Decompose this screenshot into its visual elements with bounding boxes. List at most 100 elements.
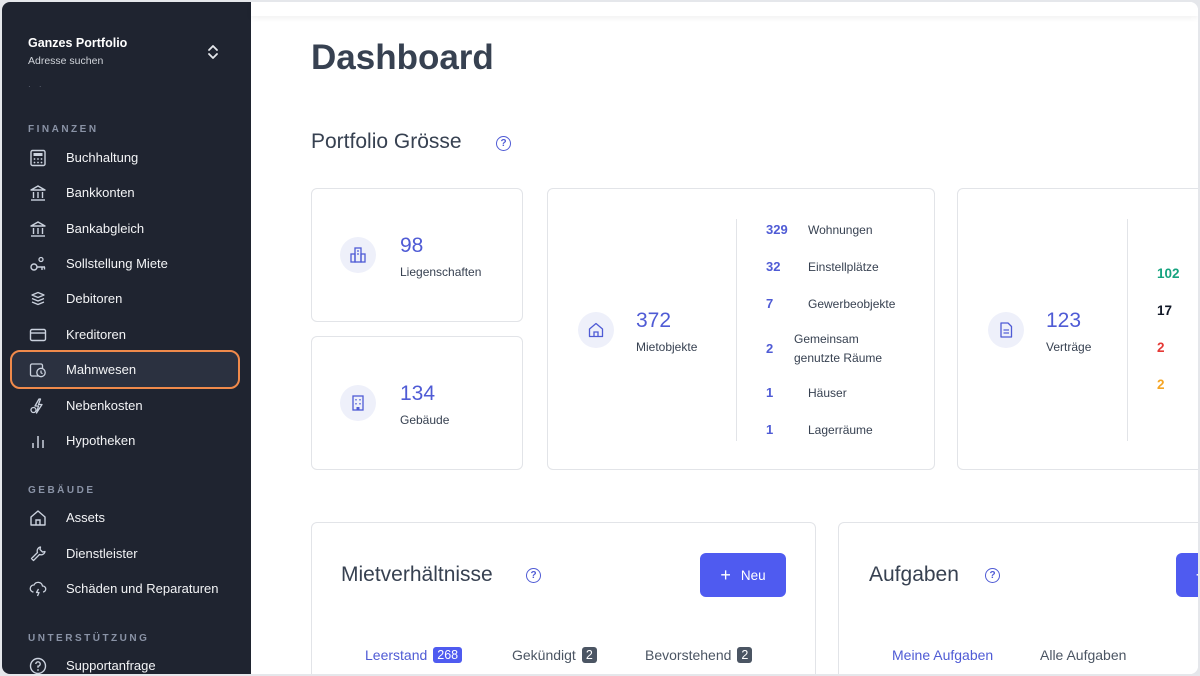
card-mietobjekte[interactable]: 372 Mietobjekte 329 Wohnungen 32 Einstel…	[547, 188, 935, 470]
contract-count-overdue: 2	[1157, 340, 1165, 355]
sidebar-item-schaeden-reparaturen[interactable]: Schäden und Reparaturen	[12, 571, 238, 606]
breakdown-count: 2	[766, 341, 774, 356]
breakdown-label: Einstellplätze	[808, 260, 879, 274]
sidebar-item-dienstleister[interactable]: Dienstleister	[12, 536, 238, 571]
sidebar-item-label: Dienstleister	[66, 546, 138, 561]
breakdown-count: 1	[766, 422, 774, 437]
card-aufgaben: Aufgaben ? + Meine Aufgaben Alle Aufgabe…	[838, 522, 1198, 674]
home-icon	[578, 312, 614, 348]
tab-gekuendigt[interactable]: Gekündigt 2	[512, 647, 597, 663]
tab-label: Meine Aufgaben	[892, 647, 994, 663]
sidebar-item-buchhaltung[interactable]: Buchhaltung	[12, 140, 238, 175]
app-window: Ganzes Portfolio Adresse suchen · · FINA…	[2, 2, 1198, 674]
sidebar-item-label: Mahnwesen	[66, 362, 137, 377]
sidebar-item-supportanfrage[interactable]: Supportanfrage	[12, 648, 238, 674]
home-icon	[28, 508, 48, 528]
utilities-icon	[28, 396, 48, 416]
sidebar-item-assets[interactable]: Assets	[12, 500, 238, 535]
mietverhaeltnisse-help-icon[interactable]: ?	[526, 568, 541, 583]
contract-count-pending: 2	[1157, 377, 1165, 392]
tab-alle-aufgaben[interactable]: Alle Aufgaben	[1040, 647, 1126, 663]
section-label-unterstuetzung: UNTERSTÜTZUNG	[28, 633, 150, 644]
card-divider	[736, 219, 737, 441]
main-content: Dashboard Portfolio Grösse ? 98 Liegensc…	[251, 2, 1198, 674]
wrench-icon	[28, 544, 48, 564]
plus-icon: +	[1196, 566, 1198, 584]
liegenschaften-count: 98	[400, 234, 424, 257]
tab-label: Bevorstehend	[645, 647, 732, 663]
mietobjekte-count: 372	[636, 309, 672, 332]
tab-label: Gekündigt	[512, 647, 576, 663]
gebaeude-count: 134	[400, 382, 436, 405]
vertraege-count: 123	[1046, 309, 1082, 332]
tab-label: Alle Aufgaben	[1040, 647, 1127, 663]
sidebar-item-debitoren[interactable]: Debitoren	[12, 281, 238, 316]
sidebar: Ganzes Portfolio Adresse suchen · · FINA…	[2, 2, 251, 674]
new-button-label: Neu	[740, 567, 766, 583]
sidebar-item-label: Supportanfrage	[66, 658, 156, 673]
rent-icon	[28, 254, 48, 274]
bank-icon	[28, 183, 48, 203]
sidebar-item-label: Kreditoren	[66, 327, 126, 342]
card-liegenschaften[interactable]: 98 Liegenschaften	[311, 188, 523, 322]
buildings-icon	[340, 237, 376, 273]
scroll-hint: · ·	[28, 82, 45, 91]
aufgaben-help-icon[interactable]: ?	[985, 568, 1000, 583]
breakdown-label: Wohnungen	[808, 223, 873, 237]
building-icon	[340, 385, 376, 421]
storm-cloud-icon	[28, 579, 48, 599]
plus-icon: +	[720, 565, 731, 585]
aufgaben-title: Aufgaben	[869, 563, 959, 586]
new-task-button[interactable]: +	[1176, 553, 1198, 597]
page-title: Dashboard	[311, 38, 494, 77]
top-bar	[251, 2, 1198, 16]
breakdown-label: Lagerräume	[808, 423, 873, 437]
sidebar-item-label: Hypotheken	[66, 433, 136, 448]
sidebar-item-sollstellung-miete[interactable]: Sollstellung Miete	[12, 246, 238, 281]
breakdown-count: 329	[766, 222, 788, 237]
breakdown-count: 32	[766, 259, 781, 274]
breakdown-count: 7	[766, 296, 774, 311]
tab-count-badge: 2	[581, 647, 597, 663]
breakdown-count: 1	[766, 385, 774, 400]
sidebar-item-hypotheken[interactable]: Hypotheken	[12, 423, 238, 458]
portfolio-title: Ganzes Portfolio	[28, 36, 128, 50]
sidebar-item-label: Buchhaltung	[66, 150, 139, 165]
portfolio-selector[interactable]: Ganzes Portfolio Adresse suchen	[28, 36, 228, 76]
contract-count-terminated: 17	[1157, 303, 1173, 318]
section-label-gebaeude: GEBÄUDE	[28, 485, 96, 496]
screen-frame: Ganzes Portfolio Adresse suchen · · FINA…	[0, 0, 1200, 676]
calculator-icon	[28, 148, 48, 168]
portfolio-section-title: Portfolio Grösse	[311, 130, 462, 153]
coins-icon	[28, 289, 48, 309]
sidebar-item-label: Debitoren	[66, 291, 123, 306]
sidebar-item-label: Nebenkosten	[66, 398, 143, 413]
tab-bevorstehend[interactable]: Bevorstehend 2	[645, 647, 753, 663]
tab-meine-aufgaben[interactable]: Meine Aufgaben	[892, 647, 993, 663]
help-circle-icon	[28, 656, 48, 675]
vertraege-label: Verträge	[1046, 340, 1092, 354]
chevron-up-down-icon	[208, 45, 218, 59]
sidebar-item-label: Bankkonten	[66, 185, 135, 200]
sidebar-item-label: Sollstellung Miete	[66, 256, 168, 271]
card-divider	[1127, 219, 1128, 441]
sidebar-item-kreditoren[interactable]: Kreditoren	[12, 317, 238, 352]
card-vertraege[interactable]: 123 Verträge 102 17 2 2	[957, 188, 1198, 470]
breakdown-label: Gewerbeobjekte	[808, 297, 896, 311]
card-mietverhaeltnisse: Mietverhältnisse ? + Neu Leerstand 268 G…	[311, 522, 816, 674]
breakdown-label: Gemeinsam genutzte Räume	[794, 332, 883, 365]
tab-leerstand[interactable]: Leerstand 268	[365, 647, 463, 663]
document-icon	[988, 312, 1024, 348]
sidebar-item-label: Bankabgleich	[66, 221, 145, 236]
contract-count-active: 102	[1157, 266, 1180, 281]
sidebar-item-mahnwesen[interactable]: Mahnwesen	[10, 350, 240, 389]
portfolio-help-icon[interactable]: ?	[496, 136, 511, 151]
breakdown-label: Häuser	[808, 386, 847, 400]
portfolio-search-hint: Adresse suchen	[28, 55, 104, 67]
sidebar-item-nebenkosten[interactable]: Nebenkosten	[12, 388, 238, 423]
card-gebaeude[interactable]: 134 Gebäude	[311, 336, 523, 470]
new-tenancy-button[interactable]: + Neu	[700, 553, 786, 597]
sidebar-item-bankabgleich[interactable]: Bankabgleich	[12, 211, 238, 246]
sidebar-item-bankkonten[interactable]: Bankkonten	[12, 175, 238, 210]
liegenschaften-label: Liegenschaften	[400, 265, 482, 279]
